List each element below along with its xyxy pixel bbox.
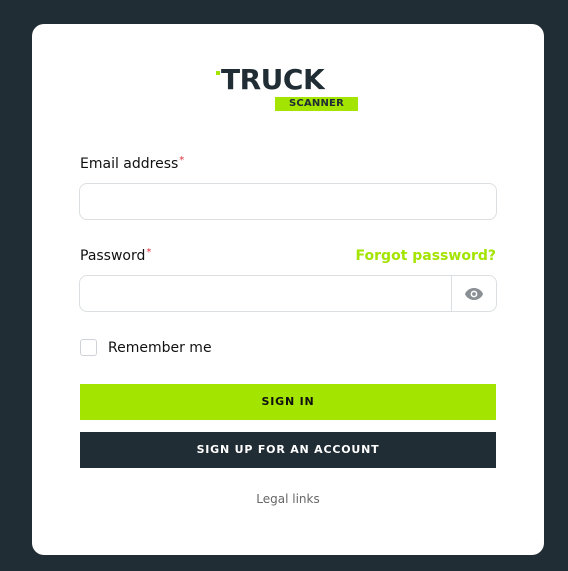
- eye-icon: [465, 287, 483, 300]
- forgot-password-link[interactable]: Forgot password?: [356, 247, 496, 265]
- password-required-mark: *: [146, 247, 152, 258]
- email-required-mark: *: [179, 155, 185, 166]
- email-label-text: Email address: [80, 156, 179, 172]
- sign-in-button[interactable]: SIGN IN: [80, 384, 496, 420]
- legal-links-link[interactable]: Legal links: [32, 491, 544, 507]
- truck-scanner-logo: TRUCK SCANNER: [215, 63, 360, 114]
- email-label: Email address*: [80, 155, 184, 173]
- show-password-button[interactable]: [451, 275, 497, 312]
- remember-me-checkbox[interactable]: [80, 339, 97, 356]
- logo-scanner-text: SCANNER: [275, 97, 358, 111]
- logo-accent-mark: [216, 71, 220, 75]
- sign-up-button[interactable]: SIGN UP FOR AN ACCOUNT: [80, 432, 496, 468]
- password-input[interactable]: [79, 275, 452, 312]
- login-card: TRUCK SCANNER Email address* Password* F…: [32, 24, 544, 555]
- email-input[interactable]: [79, 183, 497, 220]
- password-label: Password*: [80, 247, 151, 265]
- logo-truck-text: TRUCK: [221, 63, 325, 96]
- password-label-text: Password: [80, 248, 146, 264]
- remember-me-label[interactable]: Remember me: [108, 339, 212, 357]
